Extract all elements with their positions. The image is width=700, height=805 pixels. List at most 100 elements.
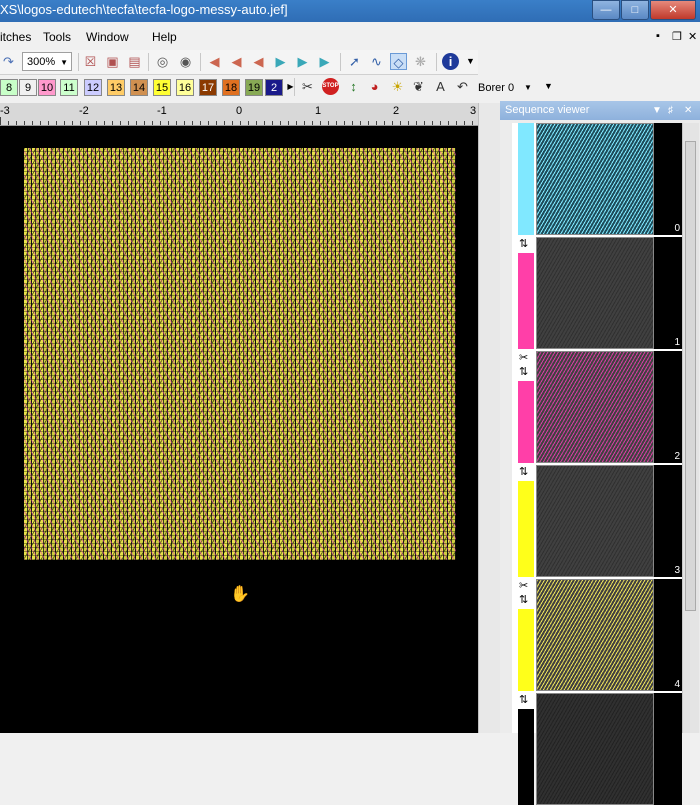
mdi-minimize-icon[interactable]: ▪ [656,30,660,42]
thread-color-swatch[interactable] [518,481,534,577]
sun-icon[interactable]: ☀ [389,78,406,95]
text-icon[interactable]: A [432,78,449,95]
color-chip[interactable]: 12 [84,79,102,96]
shape-tool-icon[interactable]: ◇ [390,53,407,70]
thread-color-swatch[interactable] [518,253,534,349]
sequence-thumbnail[interactable] [536,465,654,577]
first-stitch-icon[interactable]: ◀ [206,53,223,70]
scissors-icon[interactable]: ✂ [299,78,316,95]
info-icon[interactable]: i [442,53,459,70]
color-chip[interactable]: 8 [0,79,18,96]
color-chip[interactable]: 18 [222,79,240,96]
minimize-button[interactable]: — [592,0,620,20]
sequence-thumbnail[interactable] [536,237,654,349]
needle-icon[interactable]: ↕ [345,78,362,95]
sequence-item[interactable]: ✂ ⇅ 4 [512,579,682,691]
zoom-select[interactable]: 300% ▼ [22,52,72,71]
menu-stitches[interactable]: itches [0,30,31,44]
zoom-fit-icon[interactable]: ☒ [82,53,99,70]
maximize-button[interactable]: □ [621,0,649,20]
menu-bar: itches Tools Window Help ▪ ❐ ✕ [0,26,700,48]
ruler-tick [32,121,33,125]
color-chip[interactable]: 14 [130,79,148,96]
zoom-box-icon[interactable]: ▤ [126,53,143,70]
panel-close-icon[interactable]: ✕ [684,101,692,120]
scissors-icon[interactable]: ✂ [519,579,528,592]
drop-icon[interactable]: ◕ [366,78,383,95]
probe-icon[interactable]: ❦ [410,78,427,95]
sequence-item[interactable]: ⇅ 1 [512,237,682,349]
embroidery-design[interactable] [24,148,456,560]
eye-hide-icon[interactable]: ◉ [177,53,194,70]
scrollbar-thumb[interactable] [685,141,696,611]
color-chip[interactable]: 17 [199,79,217,96]
sequence-item[interactable]: ✂ ⇅ 2 [512,351,682,463]
main-toolbar: ↷ 300% ▼ ☒ ▣ ▤ ◎ ◉ ◀ ◀ ◀ ▶ ▶ ▶ ➚ ∿ ◇ ❋ i… [0,50,478,75]
next-color-icon[interactable]: ▶ [294,53,311,70]
color-chip[interactable]: 13 [107,79,125,96]
pin-icon[interactable]: ♯ [668,101,673,120]
thread-color-swatch[interactable] [518,709,534,805]
sequence-item[interactable]: ⇅ 3 [512,465,682,577]
toolbar-overflow-icon[interactable]: ▼ [462,53,479,70]
color-chip[interactable]: 11 [60,79,78,96]
color-chip[interactable]: 19 [245,79,263,96]
panel-menu-icon[interactable]: ▼ [652,101,662,120]
chips-more-icon[interactable]: ▶ [282,78,299,95]
redo-icon[interactable]: ↷ [0,53,17,70]
zoom-value: 300% [27,56,56,68]
sequence-item[interactable]: 0 [512,123,682,235]
menu-help[interactable]: Help [152,30,177,44]
stop-icon[interactable]: STOP [322,78,339,95]
canvas-scrollbar[interactable] [478,103,501,733]
toolbar-overflow-icon[interactable]: ▼ [540,78,557,95]
ruler-tick [440,121,441,125]
color-chip[interactable]: 15 [153,79,171,96]
needle-icon[interactable]: ⇅ [519,465,528,478]
eye-icon[interactable]: ◎ [154,53,171,70]
rotate-icon[interactable]: ↶ [454,78,471,95]
close-button[interactable]: ✕ [650,0,696,20]
ruler-tick [96,121,97,125]
ruler-tick [416,121,417,125]
sequence-scrollbar[interactable] [682,123,699,733]
color-chip[interactable]: 10 [38,79,56,96]
thumbnail-margin: 1 [654,237,682,349]
borer-select[interactable]: Borer 0 ▼ [478,79,534,97]
needle-icon[interactable]: ⇅ [519,693,528,706]
window-controls: — □ ✕ [592,0,696,20]
last-stitch-icon[interactable]: ▶ [316,53,333,70]
next-stitch-icon[interactable]: ▶ [272,53,289,70]
color-chip[interactable]: 2 [265,79,283,96]
zoom-selection-icon[interactable]: ▣ [104,53,121,70]
prev-stitch-icon[interactable]: ◀ [250,53,267,70]
scissors-icon[interactable]: ✂ [519,351,528,364]
ruler-tick [184,121,185,125]
color-chip[interactable]: 16 [176,79,194,96]
sequence-item[interactable]: ⇅ [512,693,682,805]
thread-color-swatch[interactable] [518,381,534,463]
spinner-icon[interactable]: ❋ [412,53,429,70]
thread-color-swatch[interactable] [518,609,534,691]
needle-icon[interactable]: ⇅ [519,365,528,378]
ruler-tick [240,121,241,125]
stitch-tool-icon[interactable]: ∿ [368,53,385,70]
needle-icon[interactable]: ⇅ [519,237,528,250]
mdi-close-icon[interactable]: ✕ [688,30,697,43]
line-tool-icon[interactable]: ➚ [346,53,363,70]
menu-window[interactable]: Window [86,30,129,44]
thread-color-swatch[interactable] [518,123,534,235]
sequence-thumbnail[interactable] [536,123,654,235]
sequence-thumbnail[interactable] [536,579,654,691]
ruler-tick [144,121,145,125]
sequence-thumbnail[interactable] [536,351,654,463]
chevron-down-icon: ▼ [60,58,68,67]
prev-color-icon[interactable]: ◀ [228,53,245,70]
color-chip[interactable]: 9 [19,79,37,96]
ruler-tick [408,121,409,125]
mdi-restore-icon[interactable]: ❐ [672,30,682,43]
sequence-thumbnail[interactable] [536,693,654,805]
thumbnail-margin [654,693,682,805]
menu-tools[interactable]: Tools [43,30,71,44]
needle-icon[interactable]: ⇅ [519,593,528,606]
